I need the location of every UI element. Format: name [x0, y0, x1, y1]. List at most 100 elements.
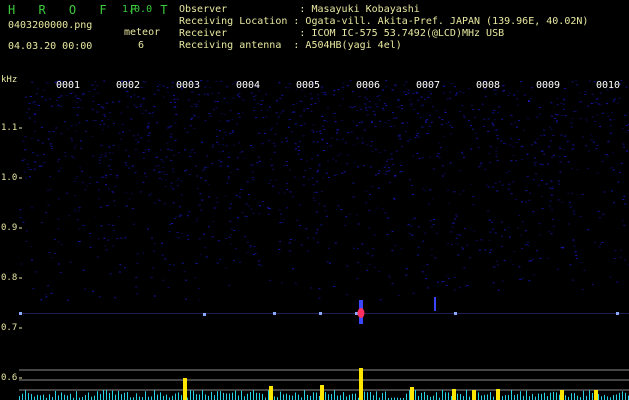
- baseline-spike: [442, 390, 443, 400]
- khz-unit-label: kHz: [1, 75, 18, 85]
- baseline-spike: [28, 393, 29, 400]
- baseline-spike: [517, 394, 518, 400]
- baseline-spike: [487, 394, 488, 400]
- x-tick-label: 0010: [596, 80, 621, 91]
- x-tick-label: 0005: [296, 80, 321, 91]
- baseline-spike: [118, 390, 119, 400]
- baseline-spike: [502, 396, 503, 400]
- detection-bar: [594, 390, 598, 400]
- detection-bar: [269, 386, 273, 400]
- baseline-spike: [262, 393, 263, 400]
- meteor-count: 6: [138, 40, 145, 51]
- baseline-spike: [268, 390, 269, 400]
- baseline-spike: [274, 396, 275, 400]
- baseline-spike: [427, 394, 428, 400]
- baseline-spike: [493, 396, 494, 400]
- baseline-spike: [448, 392, 449, 400]
- baseline-spike: [484, 394, 485, 400]
- baseline-spike: [340, 395, 341, 400]
- baseline-spike: [433, 395, 434, 400]
- baseline-spike: [553, 391, 554, 400]
- baseline-spike: [331, 394, 332, 400]
- location-line: Receiving Location : Ogata-vill. Akita-P…: [179, 16, 589, 27]
- baseline-spike: [193, 390, 194, 400]
- x-tick-label: 0009: [536, 80, 561, 91]
- baseline-spike: [421, 392, 422, 400]
- app-version: 1.0.0: [122, 4, 153, 15]
- baseline-spike: [121, 394, 122, 400]
- carrier-speck: [19, 312, 22, 315]
- baseline-spike: [127, 392, 128, 400]
- baseline-spike: [205, 394, 206, 400]
- baseline-spike: [481, 395, 482, 400]
- y-tick-label: 0.6: [1, 373, 18, 383]
- baseline-spike: [136, 393, 137, 400]
- y-tick-label: 1.1: [1, 123, 18, 133]
- carrier-speck: [454, 312, 457, 315]
- baseline-spike: [235, 390, 236, 400]
- baseline-spike: [544, 392, 545, 400]
- baseline-spike: [241, 390, 242, 400]
- baseline-spike: [196, 394, 197, 400]
- baseline-spike: [49, 394, 50, 400]
- baseline-spike: [466, 390, 467, 400]
- baseline-spike: [220, 391, 221, 400]
- baseline-spike: [334, 390, 335, 400]
- baseline-spike: [106, 390, 107, 400]
- baseline-spike: [253, 390, 254, 400]
- baseline-spike: [166, 394, 167, 400]
- baseline-spike: [382, 392, 383, 400]
- baseline-spike: [337, 395, 338, 400]
- baseline-spike: [463, 396, 464, 400]
- baseline-spike: [109, 393, 110, 400]
- baseline-spike: [43, 394, 44, 400]
- baseline-spike: [88, 392, 89, 400]
- baseline-spike: [574, 393, 575, 400]
- baseline-spike: [538, 393, 539, 400]
- baseline-spike: [550, 392, 551, 400]
- y-tick-label: 0.7: [1, 323, 18, 333]
- detection-bar: [472, 390, 476, 400]
- baseline-spike: [292, 395, 293, 400]
- baseline-spike: [175, 393, 176, 400]
- baseline-spike: [511, 390, 512, 400]
- baseline-spike: [571, 393, 572, 400]
- baseline-spike: [199, 394, 200, 400]
- baseline-spike: [244, 396, 245, 400]
- baseline-spike: [76, 391, 77, 400]
- baseline-spike: [520, 391, 521, 400]
- baseline-spike: [370, 391, 371, 400]
- antenna-line: Receiving antenna : A504HB(yagi 4el): [179, 40, 402, 51]
- baseline-spike: [178, 392, 179, 400]
- baseline-spike: [247, 393, 248, 400]
- baseline-spike: [547, 396, 548, 400]
- baseline-spike: [508, 394, 509, 400]
- baseline-spike: [364, 391, 365, 400]
- detection-bar: [452, 389, 456, 400]
- baseline-spike: [619, 392, 620, 400]
- baseline-spike: [67, 395, 68, 400]
- baseline-spike: [319, 395, 320, 400]
- baseline-spike: [406, 393, 407, 400]
- baseline-spike: [529, 396, 530, 400]
- baseline-spike: [445, 392, 446, 400]
- x-tick-label: 0004: [236, 80, 261, 91]
- baseline-spike: [100, 393, 101, 400]
- baseline-spike: [589, 390, 590, 400]
- baseline-spike: [232, 392, 233, 400]
- baseline-spike: [163, 395, 164, 400]
- baseline-spike: [145, 391, 146, 400]
- baseline-spike: [346, 396, 347, 400]
- baseline-spike: [607, 396, 608, 400]
- header: H R O F F T 1.0.0 0403200000.png meteor …: [0, 0, 629, 80]
- detection-bar: [496, 389, 500, 400]
- baseline-spike: [154, 390, 155, 400]
- baseline-spike: [328, 394, 329, 400]
- baseline-spike: [304, 390, 305, 400]
- baseline-spike: [211, 391, 212, 400]
- baseline-spike: [151, 396, 152, 400]
- baseline-spike: [373, 395, 374, 400]
- noise-field: [19, 80, 629, 301]
- x-tick-label: 0006: [356, 80, 381, 91]
- y-tick-label: 0.8: [1, 273, 18, 283]
